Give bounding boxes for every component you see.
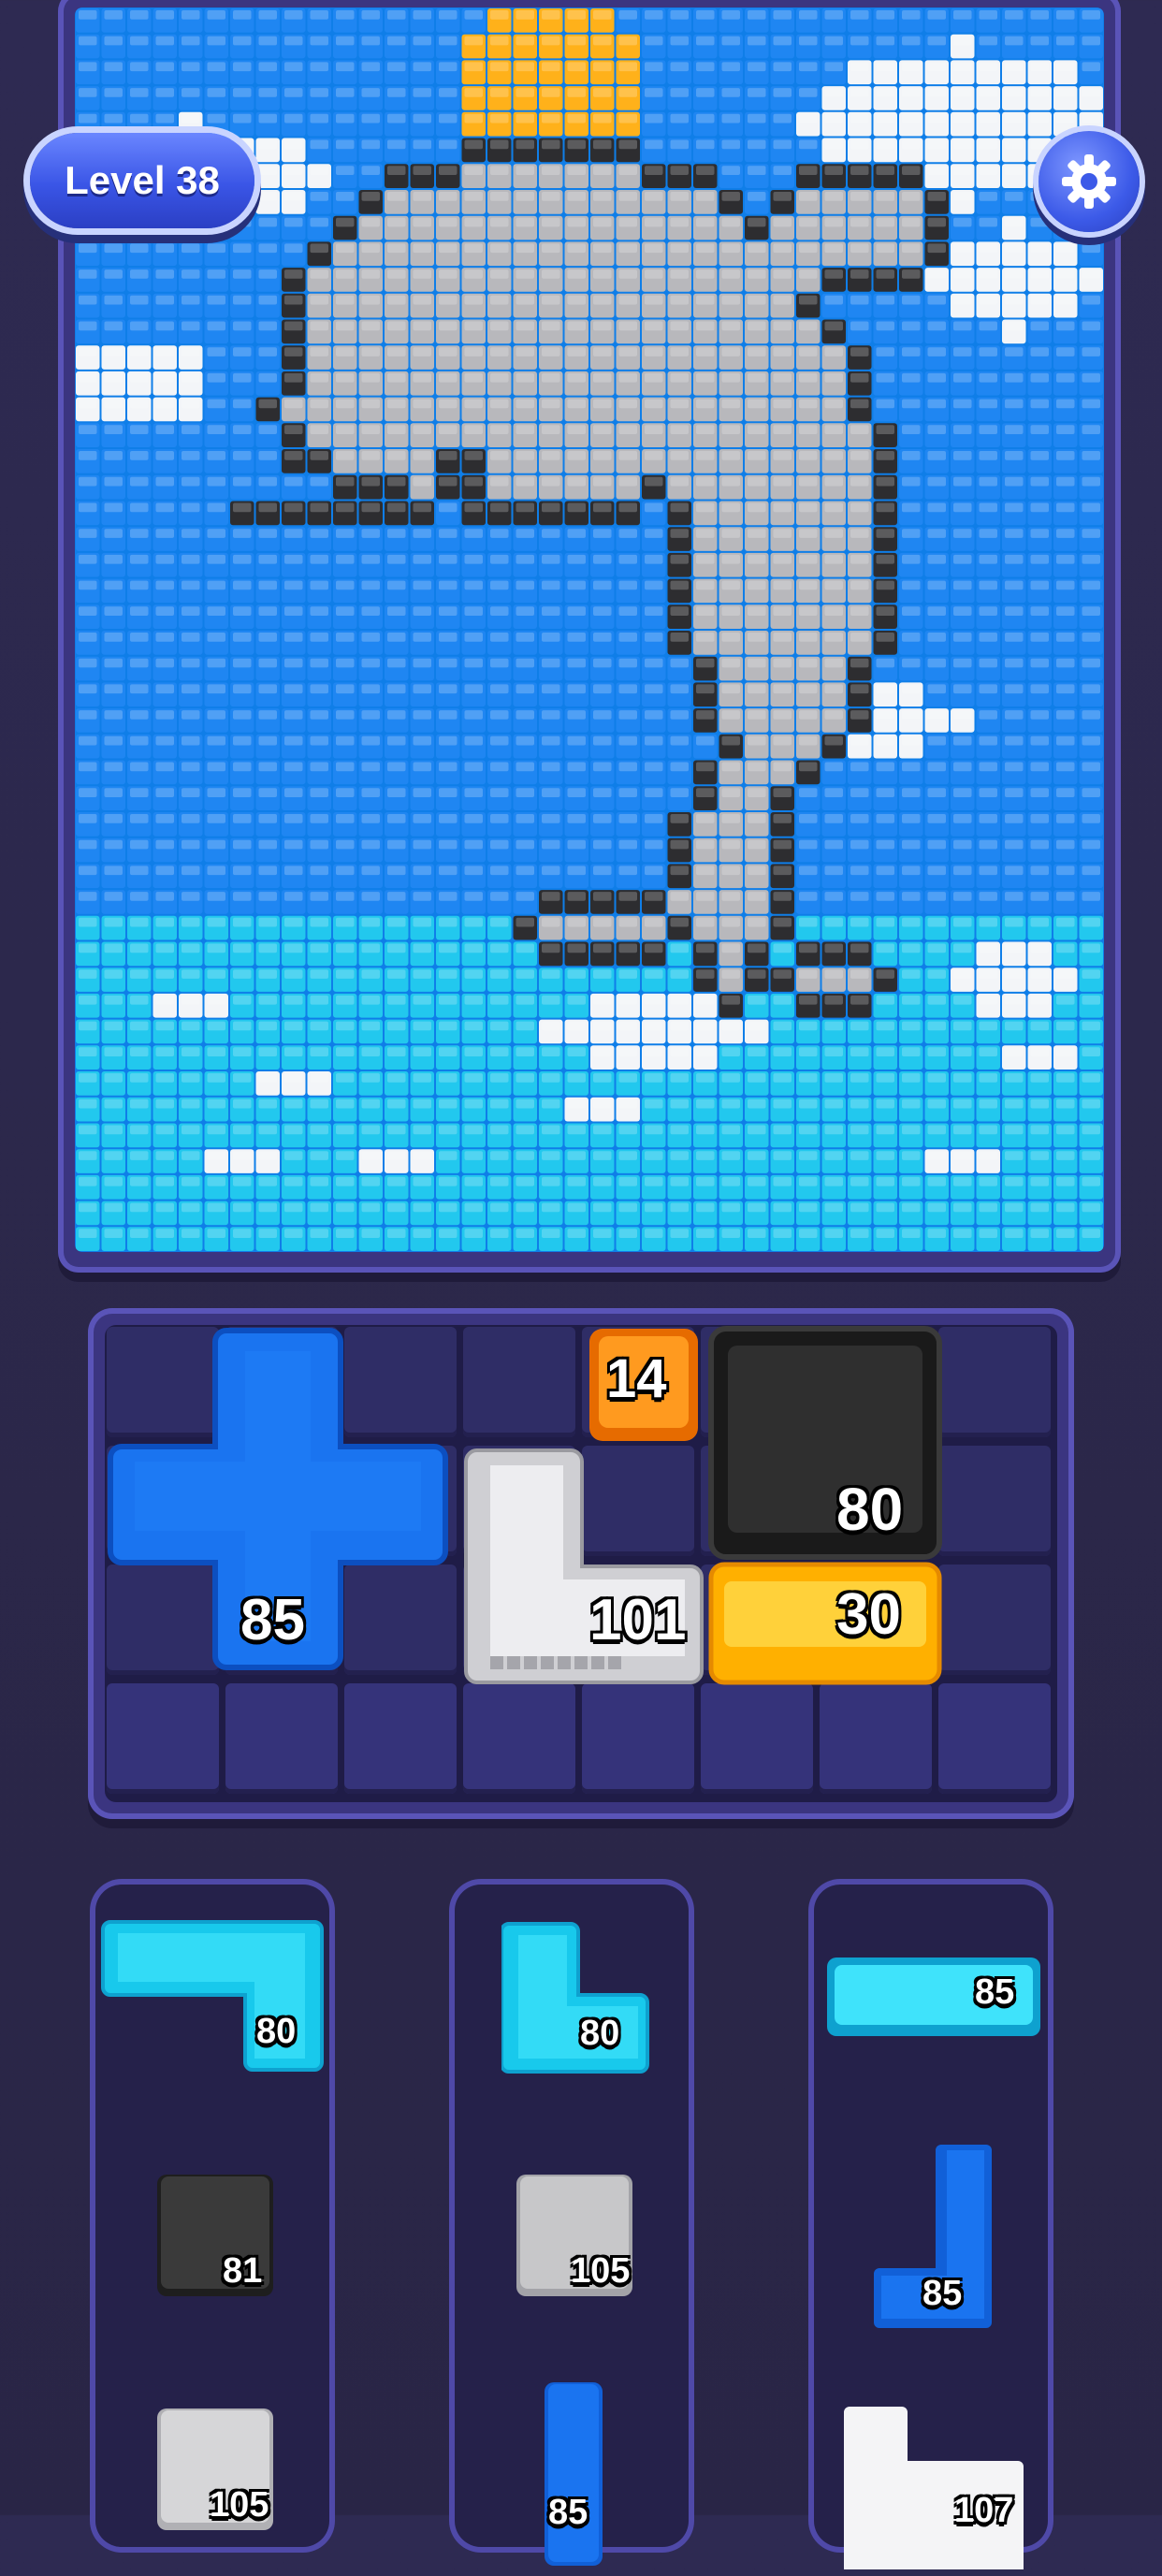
tray-piece-bar-cyan[interactable]: 85 — [825, 1956, 1042, 2038]
piece-tray-1: 80 81 105 — [90, 1879, 335, 2553]
grid-cell[interactable] — [463, 1683, 575, 1794]
board-piece-square-orange[interactable]: 14 — [586, 1325, 702, 1445]
level-badge: Level 38 — [30, 133, 254, 228]
grid-cell[interactable] — [820, 1683, 932, 1794]
level-label: Level 38 — [65, 158, 220, 202]
piece-count: 85 — [975, 1972, 1015, 2012]
play-grid[interactable]: 85 14 80 101 30 — [105, 1325, 1057, 1802]
grid-cell[interactable] — [938, 1683, 1051, 1794]
grid-cell[interactable] — [344, 1683, 457, 1794]
grid-cell[interactable] — [582, 1683, 694, 1794]
play-grid-frame: 85 14 80 101 30 — [88, 1308, 1074, 1819]
piece-count: 101 — [589, 1588, 687, 1652]
piece-count: 80 — [836, 1476, 904, 1543]
piece-count: 107 — [954, 2491, 1014, 2530]
tray-piece-square-black[interactable]: 81 — [155, 2173, 275, 2298]
piece-count: 14 — [606, 1348, 667, 1409]
tray-piece-l-cyan-small[interactable]: 80 — [500, 1920, 651, 2075]
piece-count: 81 — [223, 2251, 263, 2291]
tray-piece-l-cyan[interactable]: 80 — [101, 1918, 324, 2072]
grid-cell[interactable] — [225, 1683, 338, 1794]
board-piece-bar-yellow[interactable]: 30 — [707, 1561, 943, 1688]
grid-cell[interactable] — [701, 1683, 813, 1794]
piece-count: 80 — [256, 2012, 297, 2051]
board-piece-plus-blue[interactable]: 85 — [105, 1325, 451, 1671]
grid-cell[interactable] — [938, 1446, 1051, 1556]
piece-tray-3: 85 85 107 — [808, 1879, 1053, 2569]
piece-count: 85 — [922, 2274, 963, 2313]
grid-cell[interactable] — [463, 1327, 575, 1437]
tray-piece-bar-blue[interactable]: 85 — [543, 2380, 604, 2568]
tray-piece-square-white[interactable]: 105 — [155, 2407, 275, 2532]
board-piece-block-black[interactable]: 80 — [707, 1325, 943, 1561]
piece-count: 85 — [548, 2493, 588, 2532]
piece-count: 105 — [210, 2485, 269, 2525]
gear-icon — [1062, 154, 1116, 209]
piece-count: 105 — [571, 2251, 631, 2291]
piece-count: 85 — [240, 1588, 305, 1652]
piece-tray-2: 80 105 85 — [449, 1879, 694, 2566]
board-piece-l-white[interactable]: 101 — [464, 1447, 704, 1686]
piece-count: 80 — [580, 2014, 620, 2053]
tray-piece-l-blue[interactable]: 85 — [872, 2143, 994, 2330]
tray-piece-square-gray[interactable]: 105 — [515, 2173, 634, 2298]
settings-button[interactable] — [1039, 131, 1140, 232]
grid-cell[interactable] — [938, 1327, 1051, 1437]
grid-cell[interactable] — [107, 1683, 219, 1794]
piece-count: 30 — [836, 1582, 901, 1647]
grid-cell[interactable] — [938, 1565, 1051, 1675]
tray-piece-l-white-partial[interactable]: 107 — [842, 2403, 1024, 2571]
